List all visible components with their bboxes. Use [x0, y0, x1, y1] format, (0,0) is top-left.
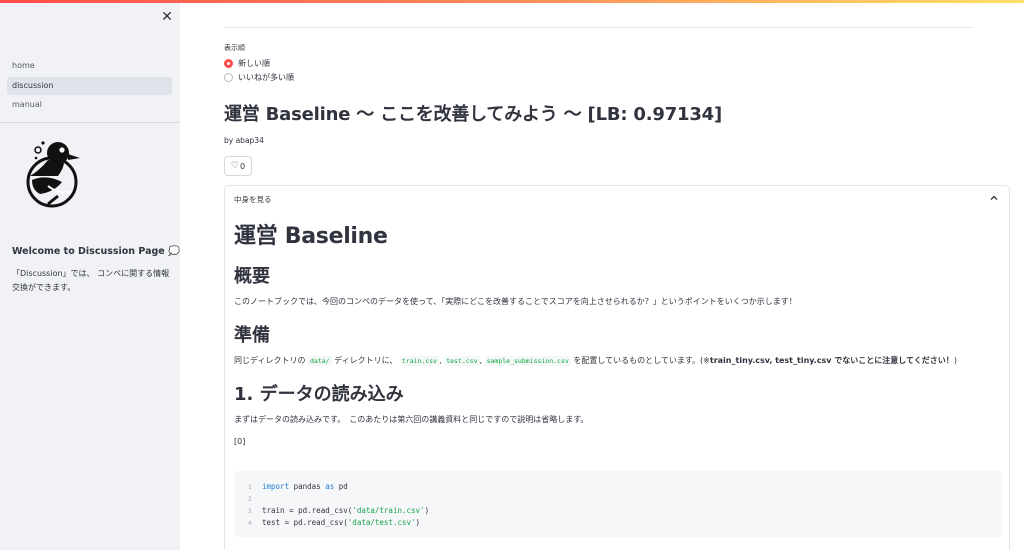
- close-sidebar-icon[interactable]: ✕: [160, 9, 174, 25]
- sort-label: 表示順: [224, 44, 245, 52]
- inline-code: train.csv: [399, 356, 440, 366]
- welcome-title: Welcome to Discussion Page 💭: [12, 246, 180, 257]
- keyword: as: [325, 482, 335, 491]
- section-text-load-data: まずはデータの読み込みです。 このあたりは第六回の講義資料と同じですので説明は省…: [234, 415, 589, 424]
- code-text: test = pd.read_csv(: [262, 518, 348, 527]
- section-text-overview: このノートブックでは、今回のコンペのデータを使って、「実際にどこを改善することで…: [234, 297, 797, 306]
- text: を配置しているものとしています。(※: [573, 356, 710, 365]
- chevron-up-icon[interactable]: [989, 193, 999, 203]
- code-block: 1 import pandas as pd 2 3 train = pd.read_…: [234, 471, 1002, 537]
- inline-code: data/: [308, 356, 332, 366]
- code-text: train = pd.read_csv(: [262, 506, 353, 515]
- text: ディレクトリに、: [334, 356, 398, 365]
- penguin-logo: [26, 141, 80, 208]
- post-author: by abap34: [224, 136, 264, 145]
- code-line: 3 train = pd.read_csv('data/train.csv'): [248, 505, 429, 516]
- expander-label: 中身を見る: [234, 195, 272, 204]
- notebook-title: 運営 Baseline: [234, 224, 388, 249]
- code-text: pd: [334, 482, 348, 491]
- section-text-prep: 同じディレクトリの data/ ディレクトリに、 train.csv, test…: [234, 355, 1004, 367]
- inline-code: test.csv: [444, 356, 480, 366]
- text: ,: [439, 356, 442, 365]
- section-heading-prep: 準備: [234, 325, 270, 346]
- warning-text: train_tiny.csv, test_tiny.csv でないことに注意して…: [709, 356, 954, 365]
- radio-unselected-icon[interactable]: [224, 73, 233, 82]
- content-expander: 中身を見る 運営 Baseline 概要 このノートブックでは、今回のコンペのデ…: [224, 185, 1010, 550]
- text: ): [953, 356, 957, 365]
- code-line: 4 test = pd.read_csv('data/test.csv'): [248, 517, 420, 528]
- main-content: 表示順 新しい順 いいねが多い順 運営 Baseline 〜 ここを改善してみよ…: [180, 0, 1024, 550]
- sidebar-nav: home discussion manual: [7, 57, 172, 116]
- line-number: 3: [248, 508, 252, 515]
- expander-header[interactable]: 中身を見る: [225, 186, 1009, 211]
- post-title: 運営 Baseline 〜 ここを改善してみよう 〜 [LB: 0.97134]: [224, 104, 723, 125]
- top-decoration-bar: [0, 0, 1024, 3]
- sort-option-label: 新しい順: [238, 59, 270, 68]
- keyword: import: [262, 482, 290, 491]
- sort-option-label: いいねが多い順: [238, 73, 294, 82]
- radio-selected-icon[interactable]: [224, 59, 233, 68]
- cell-label: [0]: [234, 437, 246, 446]
- sidebar-item-manual[interactable]: manual: [7, 96, 172, 114]
- like-button[interactable]: ♡ 0: [224, 156, 252, 176]
- text: 同じディレクトリの: [234, 356, 306, 365]
- code-text: pandas: [289, 482, 326, 491]
- code-text: ): [415, 518, 421, 527]
- heart-icon: ♡: [230, 161, 239, 171]
- section-heading-load-data: 1. データの読み込み: [234, 384, 404, 405]
- text: ,: [479, 356, 483, 365]
- header-divider: [224, 27, 973, 28]
- sidebar: ✕ home discussion manual Welcome to Disc…: [0, 0, 180, 550]
- code-text: ): [424, 506, 430, 515]
- welcome-text: 「Discussion」では、 コンペに関する情報交換ができます。: [12, 269, 170, 292]
- sidebar-divider: [0, 122, 180, 123]
- sort-option-newest[interactable]: 新しい順: [224, 57, 270, 70]
- string-literal: 'data/train.csv': [352, 506, 425, 515]
- sidebar-item-discussion[interactable]: discussion: [7, 76, 172, 95]
- sidebar-item-home[interactable]: home: [7, 57, 172, 75]
- code-line: 1 import pandas as pd: [248, 481, 348, 492]
- like-count: 0: [239, 161, 246, 171]
- line-number: 1: [248, 484, 252, 491]
- string-literal: 'data/test.csv': [347, 518, 416, 527]
- notebook-markdown: 運営 Baseline 概要 このノートブックでは、今回のコンペのデータを使って…: [234, 223, 1004, 448]
- line-number: 2: [248, 496, 252, 503]
- section-heading-overview: 概要: [234, 266, 270, 287]
- sort-option-most-liked[interactable]: いいねが多い順: [224, 71, 294, 84]
- code-line: 2: [248, 493, 262, 504]
- inline-code: sample_submission.csv: [484, 356, 571, 366]
- line-number: 4: [248, 520, 252, 527]
